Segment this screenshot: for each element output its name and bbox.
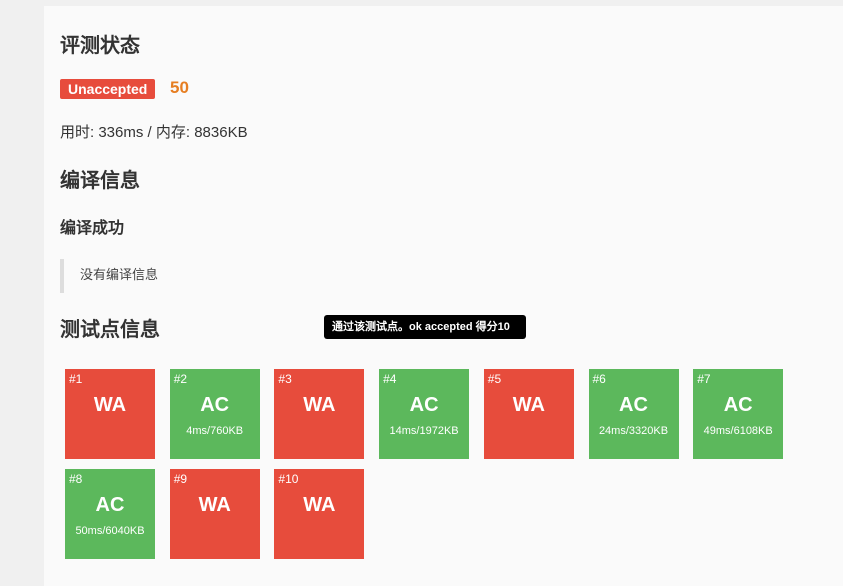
score-value: 50 <box>170 78 189 97</box>
testcase-result: AC <box>200 394 230 416</box>
testcase-number: #4 <box>383 372 397 386</box>
testcase-result: WA <box>303 494 336 516</box>
testcase-number: #8 <box>69 472 83 486</box>
testcase-number: #1 <box>69 372 83 386</box>
compile-message: 没有编译信息 <box>60 259 158 293</box>
testcase-number: #5 <box>487 372 502 386</box>
testcase-detail: 50ms/6040KB <box>75 525 145 537</box>
testcase-box[interactable]: #8 AC 50ms/6040KB <box>65 469 155 559</box>
testcase-box[interactable]: #2 AC 4ms/760KB <box>169 369 260 459</box>
testcase-box[interactable]: #6 AC 24ms/3320KB <box>588 369 679 459</box>
testcase-result: AC <box>95 494 125 516</box>
testcase-result: AC <box>409 394 439 416</box>
testcase-number: #10 <box>278 472 299 486</box>
compile-result: 编译成功 <box>60 220 125 237</box>
testcase-result: AC <box>619 394 648 416</box>
testcase-number: #9 <box>173 472 188 486</box>
status-badge: Unaccepted <box>60 79 156 99</box>
time-memory-stats: 用时: 336ms / 内存: 8836KB <box>60 124 248 141</box>
testcase-box[interactable]: #5 WA <box>483 369 574 459</box>
compile-title: 编译信息 <box>60 170 140 192</box>
testcase-number: #7 <box>697 372 711 386</box>
testcase-result: WA <box>512 394 545 416</box>
testcase-number: #2 <box>173 372 188 386</box>
testcase-box[interactable]: #1 WA <box>65 369 155 459</box>
testcase-result: AC <box>723 394 753 416</box>
testcase-detail: 14ms/1972KB <box>389 425 459 437</box>
testcase-number: #6 <box>592 372 606 386</box>
testcase-box[interactable]: #7 AC 49ms/6108KB <box>693 369 784 459</box>
testcase-box[interactable]: #4 AC 14ms/1972KB <box>379 369 470 459</box>
testcase-detail: 4ms/760KB <box>186 425 244 437</box>
testcase-box[interactable]: #3 WA <box>274 369 365 459</box>
testcase-box[interactable]: #9 WA <box>169 469 260 559</box>
record-panel: 评测状态 Unaccepted 50 用时: 336ms / 内存: 8836K… <box>44 6 843 586</box>
testcase-number: #3 <box>278 372 292 386</box>
testcase-result: WA <box>198 494 231 516</box>
testpoints-title: 测试点信息 <box>60 319 160 341</box>
testcase-detail: 24ms/3320KB <box>598 425 669 437</box>
testcase-tooltip: 通过该测试点。ok accepted 得分10 <box>324 315 526 339</box>
testcase-result: WA <box>303 394 336 416</box>
testcase-result: WA <box>93 394 127 416</box>
status-title: 评测状态 <box>60 35 140 57</box>
testcase-detail: 49ms/6108KB <box>703 425 773 437</box>
testcase-box[interactable]: #10 WA <box>274 469 365 559</box>
